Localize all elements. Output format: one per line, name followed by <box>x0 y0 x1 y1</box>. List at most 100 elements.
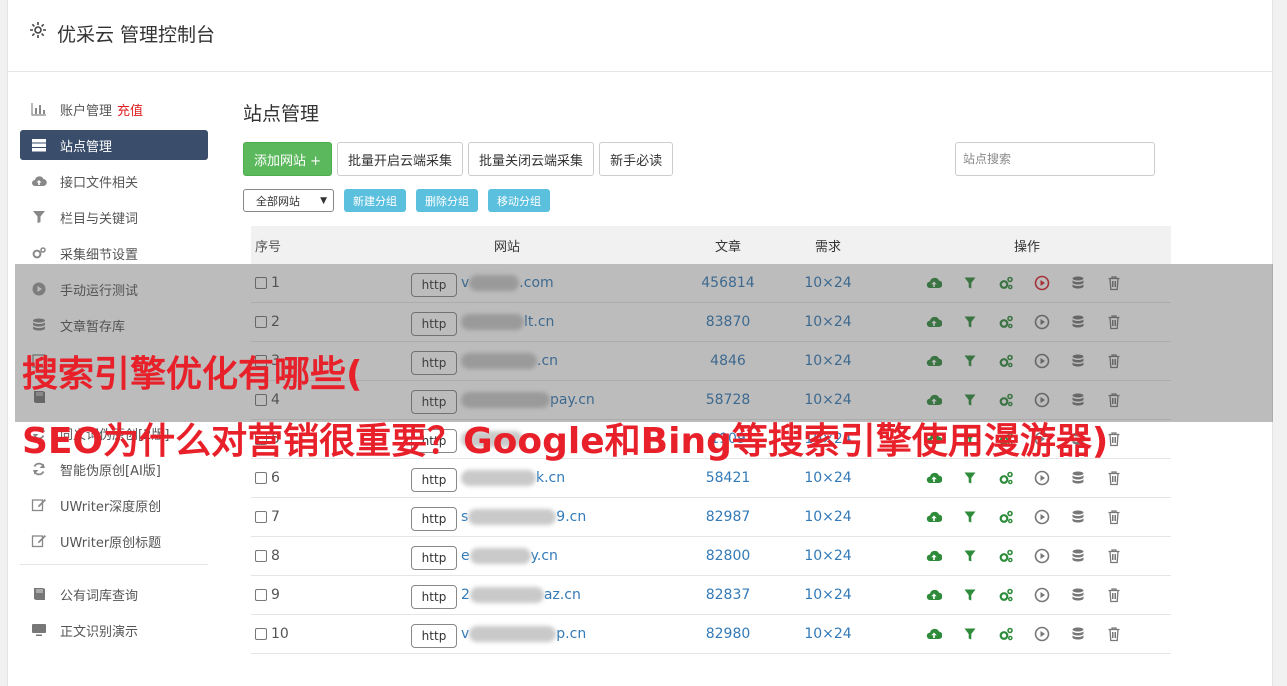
header-demand: 需求 <box>814 239 841 255</box>
play-icon[interactable] <box>1034 507 1070 527</box>
row-number: 9 <box>251 587 331 603</box>
play-icon[interactable] <box>1034 468 1070 488</box>
http-badge: http <box>411 585 457 609</box>
sidebar-item-label: UWriter深度原创 <box>60 499 162 515</box>
cloud-upload-icon[interactable] <box>926 468 962 488</box>
demand-value[interactable]: 10×24 <box>773 548 883 564</box>
cogs-icon[interactable] <box>998 585 1034 605</box>
trash-icon[interactable] <box>1106 585 1142 605</box>
sidebar-item[interactable]: 接口文件相关 <box>20 166 208 196</box>
refresh-icon <box>31 462 47 476</box>
article-count[interactable]: 82980 <box>683 626 773 642</box>
site-link[interactable]: 2 az.cn <box>461 587 581 603</box>
sidebar-item[interactable]: UWriter原创标题 <box>20 526 208 556</box>
header-no: 序号 <box>255 239 282 255</box>
cogs-icon[interactable] <box>998 507 1034 527</box>
table-row: 7 http s 9.cn 82987 10×24 <box>251 498 1171 537</box>
cloud-upload-icon[interactable] <box>926 507 962 527</box>
article-count[interactable]: 82837 <box>683 587 773 603</box>
move-group-button[interactable]: 移动分组 <box>488 189 550 212</box>
site-cell: http k.cn <box>331 464 683 492</box>
site-link[interactable]: v p.cn <box>461 626 586 642</box>
batch-open-cloud-button[interactable]: 批量开启云端采集 <box>337 142 464 176</box>
row-checkbox[interactable] <box>255 472 267 484</box>
sidebar-item[interactable]: 公有词库查询 <box>20 579 208 609</box>
cogs-icon[interactable] <box>998 468 1034 488</box>
site-link[interactable]: k.cn <box>461 470 565 486</box>
play-icon[interactable] <box>1034 546 1070 566</box>
filter-icon[interactable] <box>962 468 998 488</box>
add-site-button[interactable]: 添加网站 + <box>243 142 333 176</box>
article-count[interactable]: 82987 <box>683 509 773 525</box>
database-icon[interactable] <box>1070 546 1106 566</box>
trash-icon[interactable] <box>1106 546 1142 566</box>
demand-value[interactable]: 10×24 <box>773 626 883 642</box>
cogs-icon[interactable] <box>998 546 1034 566</box>
new-group-button[interactable]: 新建分组 <box>344 189 406 212</box>
trash-icon[interactable] <box>1106 507 1142 527</box>
page-title: 站点管理 <box>243 103 320 125</box>
demand-value[interactable]: 10×24 <box>773 509 883 525</box>
sidebar-item-label: 栏目与关键词 <box>60 211 139 227</box>
database-icon[interactable] <box>1070 624 1106 644</box>
redacted-mask <box>468 509 557 525</box>
filter-icon <box>31 210 47 224</box>
cloud-upload-icon[interactable] <box>926 585 962 605</box>
sidebar-item[interactable]: UWriter深度原创 <box>20 490 208 520</box>
header-articles: 文章 <box>714 239 741 255</box>
server-icon <box>31 138 47 152</box>
row-checkbox[interactable] <box>255 550 267 562</box>
newbie-guide-button[interactable]: 新手必读 <box>599 142 674 176</box>
row-no-text: 10 <box>271 626 289 642</box>
database-icon[interactable] <box>1070 507 1106 527</box>
filter-icon[interactable] <box>962 507 998 527</box>
site-prefix: v <box>461 626 470 642</box>
database-icon[interactable] <box>1070 585 1106 605</box>
site-prefix: s <box>461 509 469 525</box>
site-link[interactable]: e y.cn <box>461 548 558 564</box>
play-icon[interactable] <box>1034 585 1070 605</box>
sidebar-item[interactable]: 正文识别演示 <box>20 615 208 645</box>
row-no-text: 8 <box>271 548 280 564</box>
site-cell: http 2 az.cn <box>331 581 683 609</box>
sidebar-item-label: 采集细节设置 <box>60 247 139 263</box>
site-search-input[interactable] <box>955 142 1155 176</box>
trash-icon[interactable] <box>1106 468 1142 488</box>
batch-close-cloud-button[interactable]: 批量关闭云端采集 <box>468 142 595 176</box>
http-badge: http <box>411 468 457 492</box>
article-count[interactable]: 58421 <box>683 470 773 486</box>
trash-icon[interactable] <box>1106 429 1142 449</box>
row-checkbox[interactable] <box>255 628 267 640</box>
app-title: 优采云 管理控制台 <box>57 24 216 46</box>
filter-icon[interactable] <box>962 624 998 644</box>
gear-icon[interactable] <box>28 20 48 40</box>
row-checkbox[interactable] <box>255 589 267 601</box>
recharge-link[interactable]: 充值 <box>117 100 143 119</box>
http-badge: http <box>411 624 457 648</box>
delete-group-button[interactable]: 删除分组 <box>416 189 478 212</box>
site-link[interactable]: s 9.cn <box>461 509 586 525</box>
overlay-headline-2: SEO为什么对营销很重要？Google和Bing等搜索引擎使用漫游器) <box>22 421 1109 462</box>
sidebar-item[interactable]: 账户管理 充值 <box>20 94 208 124</box>
edit-icon <box>31 498 47 512</box>
play-icon[interactable] <box>1034 624 1070 644</box>
filter-icon[interactable] <box>962 546 998 566</box>
database-icon[interactable] <box>1070 468 1106 488</box>
sidebar-item[interactable]: 栏目与关键词 <box>20 202 208 232</box>
group-select[interactable]: 全部网站 ▼ <box>243 189 334 212</box>
trash-icon[interactable] <box>1106 624 1142 644</box>
row-checkbox[interactable] <box>255 511 267 523</box>
cloud-upload-icon[interactable] <box>926 624 962 644</box>
main-panel: 站点管理 添加网站 + 批量开启云端采集 批量关闭云端采集 新手必读 全部网站 ▼… <box>243 94 1163 212</box>
cogs-icon <box>31 246 47 260</box>
demand-value[interactable]: 10×24 <box>773 587 883 603</box>
bar-chart-icon <box>31 102 47 116</box>
article-count[interactable]: 82800 <box>683 548 773 564</box>
filter-icon[interactable] <box>962 585 998 605</box>
cloud-upload-icon[interactable] <box>926 546 962 566</box>
sidebar-item[interactable]: 站点管理 <box>20 130 208 160</box>
row-actions <box>883 624 1171 644</box>
cogs-icon[interactable] <box>998 624 1034 644</box>
cloud-upload-icon <box>31 174 47 188</box>
demand-value[interactable]: 10×24 <box>773 470 883 486</box>
